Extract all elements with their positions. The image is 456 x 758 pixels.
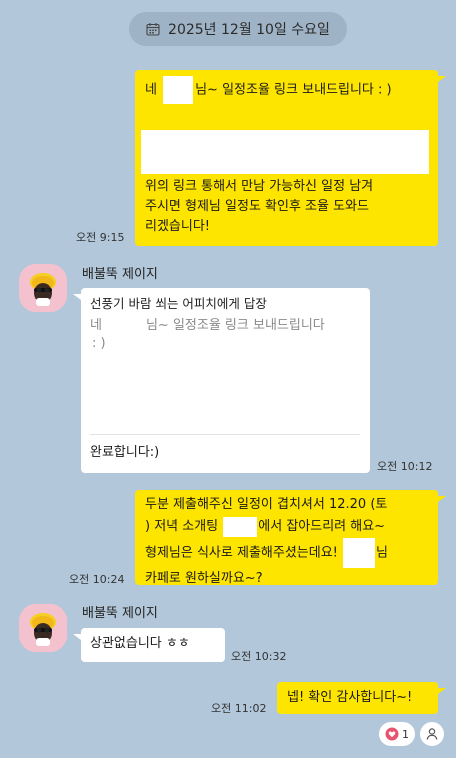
my-message-bubble[interactable]: 넵! 확인 감사합니다~! bbox=[277, 682, 438, 714]
reaction-heart-badge[interactable]: 1 bbox=[379, 722, 415, 746]
bubble-tail bbox=[73, 294, 81, 300]
reply-to-header: 선풍기 바람 쐬는 어피치에게 답장 bbox=[90, 296, 267, 311]
message-text: 주시면 형제님 일정도 확인후 조율 도와드 bbox=[145, 199, 369, 214]
reaction-user-button[interactable] bbox=[420, 722, 444, 746]
character-icon bbox=[19, 264, 67, 312]
message-text: 님~ 일정조율 링크 보내드립니다 : ) bbox=[195, 82, 392, 98]
message-text: 상관없습니다 ㅎㅎ bbox=[90, 636, 190, 651]
reply-message-bubble[interactable]: 선풍기 바람 쐬는 어피치에게 답장 네 님~ 일정조율 링크 보내드립니다 : … bbox=[81, 288, 370, 473]
link-preview-redacted[interactable] bbox=[141, 130, 429, 174]
character-icon bbox=[19, 604, 67, 652]
message-text: 두분 제출해주신 일정이 겹치셔서 12.20 (토 bbox=[145, 497, 388, 512]
message-text: 넵! 확인 감사합니다~! bbox=[287, 690, 413, 705]
message-text: 님 bbox=[376, 545, 388, 561]
bubble-tail bbox=[438, 496, 446, 502]
message-text: 리겠습니다! bbox=[145, 219, 211, 234]
my-message-bubble[interactable]: 네 님~ 일정조율 링크 보내드립니다 : ) 위의 링크 통해서 만남 가능하… bbox=[135, 70, 438, 246]
bubble-tail bbox=[73, 634, 81, 640]
message-text: 형제님은 식사로 제출해주셨는데요! bbox=[145, 545, 343, 561]
quoted-text: 님~ 일정조율 링크 보내드립니다 bbox=[145, 318, 325, 333]
message-text: ) 저녁 소개팅 bbox=[145, 519, 223, 534]
redacted-place bbox=[223, 516, 258, 537]
reply-divider bbox=[90, 434, 360, 435]
date-text: 2025년 12월 10일 수요일 bbox=[168, 22, 330, 38]
other-message-bubble[interactable]: 상관없습니다 ㅎㅎ bbox=[81, 628, 225, 662]
message-time: 오전 11:02 bbox=[211, 702, 267, 715]
message-text: 에서 잡아드리려 해요~ bbox=[258, 519, 386, 534]
message-time: 오전 9:15 bbox=[76, 231, 125, 244]
bubble-tail bbox=[438, 688, 446, 694]
my-message-bubble[interactable]: 두분 제출해주신 일정이 겹치셔서 12.20 (토 ) 저녁 소개팅 에서 잡… bbox=[135, 490, 438, 586]
message-text: 완료합니다:) bbox=[90, 445, 160, 460]
reaction-count: 1 bbox=[402, 727, 409, 741]
person-icon bbox=[426, 728, 438, 740]
bubble-tail bbox=[438, 76, 446, 82]
quoted-text: : ) bbox=[92, 336, 106, 351]
calendar-icon bbox=[146, 23, 160, 36]
avatar[interactable] bbox=[19, 264, 67, 312]
redacted-name bbox=[163, 76, 194, 104]
heart-icon bbox=[385, 727, 399, 741]
date-divider: 2025년 12월 10일 수요일 bbox=[129, 12, 347, 46]
message-text: 네 bbox=[145, 82, 162, 98]
message-time: 오전 10:32 bbox=[231, 650, 287, 663]
message-text: 위의 링크 통해서 만남 가능하신 일정 남겨 bbox=[145, 179, 374, 194]
redacted-name bbox=[343, 538, 376, 568]
message-time: 오전 10:12 bbox=[377, 460, 433, 473]
sender-name: 배불뚝 제이지 bbox=[82, 267, 158, 282]
avatar[interactable] bbox=[19, 604, 67, 652]
message-text: 카페로 원하실까요~? bbox=[145, 571, 263, 586]
message-time: 오전 10:24 bbox=[69, 573, 125, 586]
sender-name: 배불뚝 제이지 bbox=[82, 606, 158, 621]
quoted-text: 네 bbox=[90, 318, 102, 333]
